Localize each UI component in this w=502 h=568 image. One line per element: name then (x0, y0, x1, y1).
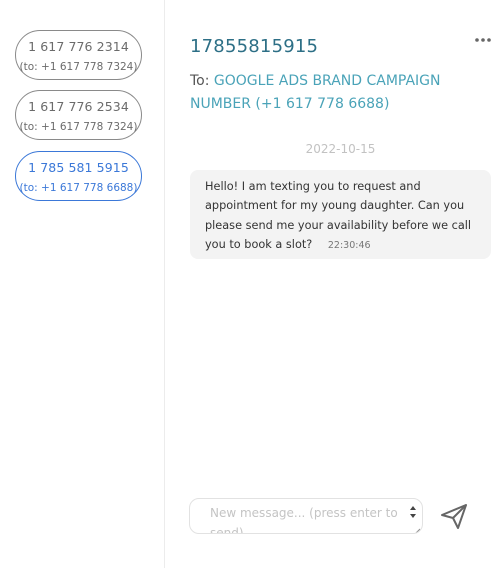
message-time: 22:30:46 (327, 240, 371, 252)
conversation-number: 1 617 776 2314 (28, 39, 129, 54)
conversation-number: 1 617 776 2534 (28, 99, 129, 114)
conversation-item[interactable]: 1 617 776 2314 (to: +1 617 778 7324) (15, 30, 142, 80)
recipient-line: To: GOOGLE ADS BRAND CAMPAIGN NUMBER (+1… (190, 70, 470, 116)
send-button[interactable] (438, 500, 470, 532)
conversation-to: (to: +1 617 778 6688) (19, 182, 138, 194)
conversation-item-active[interactable]: 1 785 581 5915 (to: +1 617 778 6688) (15, 151, 142, 201)
conversation-to: (to: +1 617 778 7324) (19, 121, 138, 133)
conversation-sidebar: 1 617 776 2314 (to: +1 617 778 7324) 1 6… (0, 0, 165, 568)
more-options-icon[interactable] (472, 30, 494, 50)
resize-grip-icon[interactable] (411, 522, 421, 533)
date-separator: 2022-10-15 (305, 142, 376, 156)
conversation-item[interactable]: 1 617 776 2534 (to: +1 617 778 7324) (15, 90, 142, 140)
contact-number-title: 17855815915 (190, 36, 319, 57)
conversation-to: (to: +1 617 778 7324) (19, 61, 138, 73)
recipient-label: To: (190, 73, 210, 89)
conversation-number: 1 785 581 5915 (28, 160, 129, 175)
recipient-value: GOOGLE ADS BRAND CAMPAIGN NUMBER (+1 617… (190, 73, 441, 112)
message-composer (189, 498, 423, 534)
message-bubble: Hello! I am texting you to request and a… (190, 170, 491, 259)
send-icon (441, 504, 467, 529)
spinner-arrows-icon[interactable] (409, 504, 417, 518)
message-input[interactable] (190, 499, 400, 533)
